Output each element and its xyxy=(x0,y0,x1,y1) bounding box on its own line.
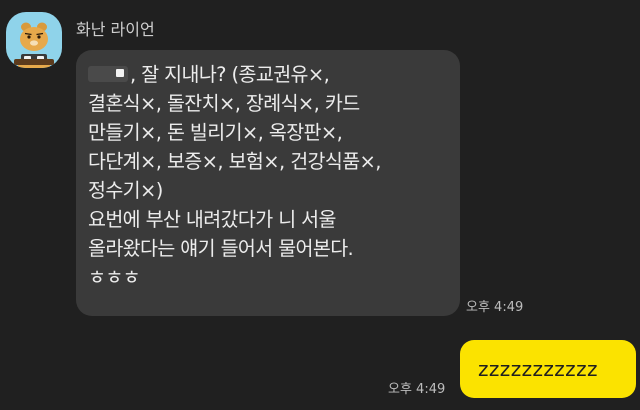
sender-avatar[interactable] xyxy=(6,12,62,68)
chat-room: 화난 라이언 , 잘 지내나? (종교권유×, 결혼식×, 돌잔치×, 장례식×… xyxy=(0,0,640,410)
ryan-lion-avatar-icon xyxy=(14,22,54,68)
outgoing-message-text: zzzzzzzzzzz xyxy=(478,357,598,381)
message-text: , 잘 지내나? (종교권유×, xyxy=(130,63,330,86)
incoming-message-bubble[interactable]: , 잘 지내나? (종교권유×, 결혼식×, 돌잔치×, 장례식×, 카드 만들… xyxy=(76,50,460,316)
message-line: , 잘 지내나? (종교권유×, xyxy=(88,60,448,89)
message-line: 다단계×, 보증×, 보험×, 건강식품×, xyxy=(88,150,381,173)
incoming-message-time: 오후 4:49 xyxy=(466,300,524,315)
message-line: ㅎㅎㅎ xyxy=(88,266,141,289)
message-line: 올라왔다는 얘기 들어서 물어본다. xyxy=(88,237,354,260)
message-line: 요번에 부산 내려갔다가 니 서울 xyxy=(88,208,336,231)
outgoing-message-bubble[interactable]: zzzzzzzzzzz xyxy=(460,340,636,398)
message-line: 만들기×, 돈 빌리기×, 옥장판×, xyxy=(88,121,343,144)
sender-name: 화난 라이언 xyxy=(76,20,155,39)
outgoing-message-time: 오후 4:49 xyxy=(388,382,446,397)
redacted-name xyxy=(88,66,128,82)
message-line: 결혼식×, 돌잔치×, 장례식×, 카드 xyxy=(88,92,360,115)
message-line: 정수기×) xyxy=(88,179,163,202)
